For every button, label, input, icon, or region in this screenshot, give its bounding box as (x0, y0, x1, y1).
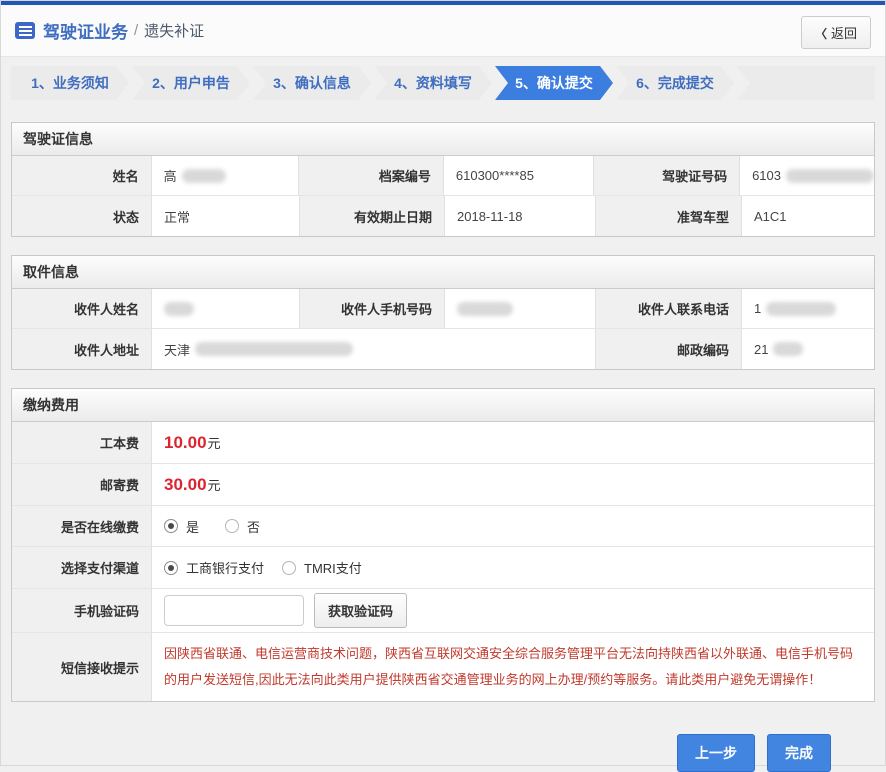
file-no-value: 610300****85 (444, 156, 595, 195)
radio-option-yes-label: 是 (186, 517, 199, 536)
table-row: 收件人地址 天津 邮政编码 21 (12, 329, 874, 369)
back-button-label: 返回 (831, 26, 857, 41)
sms-notice-text: 因陕西省联通、电信运营商技术问题，陕西省互联网交通安全综合服务管理平台无法向持陕… (164, 641, 860, 693)
table-row: 收件人姓名 收件人手机号码 收件人联系电话 1 (12, 289, 874, 329)
redacted-blob (457, 302, 513, 316)
postage-fee-unit: 元 (208, 475, 221, 494)
table-row: 姓名 高 档案编号 610300****85 驾驶证号码 6103 (12, 156, 874, 196)
sms-code-label: 手机验证码 (12, 589, 152, 632)
radio-option-no[interactable]: 否 (225, 517, 260, 536)
table-row: 短信接收提示 因陕西省联通、电信运营商技术问题，陕西省互联网交通安全综合服务管理… (12, 633, 874, 701)
radio-checked-icon[interactable] (164, 561, 178, 575)
step-nav-filler (737, 66, 875, 100)
radio-unchecked-icon[interactable] (225, 519, 239, 533)
sms-notice-cell: 因陕西省联通、电信运营商技术问题，陕西省互联网交通安全综合服务管理平台无法向持陕… (152, 633, 874, 701)
page-header: 驾驶证业务 / 遗失补证 〈返回 (1, 5, 885, 57)
table-row: 是否在线缴费 是 否 (12, 506, 874, 547)
radio-option-tmri-label: TMRI支付 (304, 558, 362, 577)
file-no-label: 档案编号 (299, 156, 444, 195)
recipient-name-label: 收件人姓名 (12, 289, 152, 328)
postal-code-value: 21 (742, 329, 874, 369)
pickup-info-title: 取件信息 (12, 256, 874, 289)
recipient-phone-label: 收件人联系电话 (596, 289, 742, 328)
table-row: 状态 正常 有效期止日期 2018-11-18 准驾车型 A1C1 (12, 196, 874, 236)
expiry-value: 2018-11-18 (445, 196, 596, 236)
back-chevron-icon: 〈 (815, 27, 827, 41)
postage-fee-value: 30.00元 (152, 464, 874, 505)
footer-actions: 上一步 完成 (1, 734, 831, 772)
step-3-confirm-info[interactable]: 3、确认信息 (253, 66, 371, 100)
prev-step-button[interactable]: 上一步 (677, 734, 755, 772)
payment-title: 缴纳费用 (12, 389, 874, 422)
get-code-button[interactable]: 获取验证码 (314, 593, 407, 628)
online-payment-options: 是 否 (152, 506, 874, 546)
recipient-name-value (152, 289, 300, 328)
recipient-phone-value: 1 (742, 289, 874, 328)
recipient-mobile-label: 收件人手机号码 (300, 289, 445, 328)
back-button[interactable]: 〈返回 (801, 16, 871, 49)
radio-option-yes[interactable]: 是 (164, 517, 199, 536)
recipient-address-label: 收件人地址 (12, 329, 152, 369)
postage-fee-amount: 30.00 (164, 475, 207, 495)
status-value: 正常 (152, 196, 300, 236)
license-no-label: 驾驶证号码 (594, 156, 740, 195)
payment-channel-label: 选择支付渠道 (12, 547, 152, 588)
recipient-mobile-value (445, 289, 596, 328)
step-4-fill-data[interactable]: 4、资料填写 (374, 66, 492, 100)
step-nav: 1、业务须知 2、用户申告 3、确认信息 4、资料填写 5、确认提交 6、完成提… (11, 66, 875, 100)
redacted-blob (786, 169, 874, 183)
production-fee-amount: 10.00 (164, 433, 207, 453)
license-service-icon (15, 22, 35, 39)
table-row: 选择支付渠道 工商银行支付 TMRI支付 (12, 547, 874, 589)
production-fee-label: 工本费 (12, 422, 152, 463)
page-title: 驾驶证业务 (43, 18, 128, 43)
online-payment-label: 是否在线缴费 (12, 506, 152, 546)
step-1-business-notice[interactable]: 1、业务须知 (11, 66, 129, 100)
sms-notice-label: 短信接收提示 (12, 633, 152, 701)
radio-option-icbc[interactable]: 工商银行支付 (164, 558, 264, 577)
step-5-confirm-submit[interactable]: 5、确认提交 (495, 66, 613, 100)
status-label: 状态 (12, 196, 152, 236)
redacted-blob (766, 302, 836, 316)
payment-channel-options: 工商银行支付 TMRI支付 (152, 547, 874, 588)
redacted-blob (773, 342, 803, 356)
redacted-blob (182, 169, 226, 183)
radio-option-no-label: 否 (247, 517, 260, 536)
sms-code-field: 获取验证码 (152, 589, 874, 632)
pickup-info-section: 取件信息 收件人姓名 收件人手机号码 收件人联系电话 1 收件人地址 天津 邮政… (11, 255, 875, 370)
breadcrumb-current: 遗失补证 (144, 20, 204, 41)
table-row: 邮寄费 30.00元 (12, 464, 874, 506)
expiry-label: 有效期止日期 (300, 196, 445, 236)
redacted-blob (164, 302, 194, 316)
vehicle-class-label: 准驾车型 (596, 196, 742, 236)
radio-option-tmri[interactable]: TMRI支付 (282, 558, 362, 577)
step-2-user-declaration[interactable]: 2、用户申告 (132, 66, 250, 100)
name-value: 高 (152, 156, 300, 195)
payment-section: 缴纳费用 工本费 10.00元 邮寄费 30.00元 是否在线缴费 是 否 选择… (11, 388, 875, 702)
redacted-blob (195, 342, 353, 356)
license-no-value: 6103 (740, 156, 874, 195)
postal-code-label: 邮政编码 (596, 329, 742, 369)
table-row: 工本费 10.00元 (12, 422, 874, 464)
finish-button[interactable]: 完成 (767, 734, 831, 772)
production-fee-value: 10.00元 (152, 422, 874, 463)
radio-unchecked-icon[interactable] (282, 561, 296, 575)
breadcrumb-separator: / (134, 22, 138, 39)
recipient-address-value: 天津 (152, 329, 596, 369)
radio-option-icbc-label: 工商银行支付 (186, 558, 264, 577)
postage-fee-label: 邮寄费 (12, 464, 152, 505)
sms-code-input[interactable] (164, 595, 304, 626)
license-info-section: 驾驶证信息 姓名 高 档案编号 610300****85 驾驶证号码 6103 … (11, 122, 875, 237)
step-6-finish-submit[interactable]: 6、完成提交 (616, 66, 734, 100)
license-info-title: 驾驶证信息 (12, 123, 874, 156)
production-fee-unit: 元 (208, 433, 221, 452)
radio-checked-icon[interactable] (164, 519, 178, 533)
table-row: 手机验证码 获取验证码 (12, 589, 874, 633)
name-label: 姓名 (12, 156, 152, 195)
vehicle-class-value: A1C1 (742, 196, 874, 236)
